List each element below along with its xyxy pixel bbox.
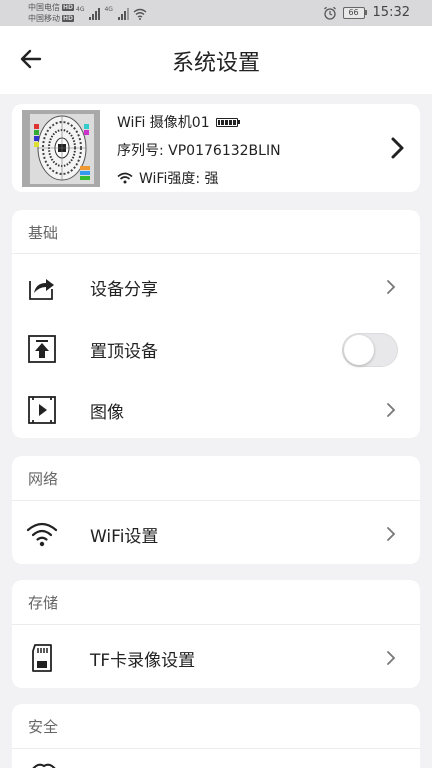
device-card[interactable]: WiFi 摄像机01 序列号: VP0176132BLIN WiFi强度: 强 [12,104,420,192]
app-header: 系统设置 [0,26,432,94]
battery-level: 66 [342,6,365,19]
divider [12,500,420,501]
storage-section: 存储 TF卡录像设置 [12,580,420,688]
row-label: WiFi设置 [90,527,159,547]
sd-card-icon [32,644,52,672]
row-device-share[interactable]: 设备分享 [12,255,420,317]
basic-section: 基础 设备分享 置顶设备 图像 [12,210,420,438]
divider [12,624,420,625]
network-section: 网络 WiFi设置 [12,456,420,564]
network-type: 4G [104,6,113,13]
chevron-right-icon [387,403,396,417]
chevron-right-icon [387,651,396,665]
hd-badge: HD [62,4,75,11]
row-label: 图像 [90,403,124,423]
row-label: 设备分享 [90,280,158,300]
clock: 15:32 [372,5,410,20]
chevron-right-icon [387,527,396,541]
video-play-icon [28,396,56,424]
battery-icon: 66 [342,6,367,19]
row-label: TF卡录像设置 [90,651,196,671]
signal-icon [117,8,129,20]
toggle-knob [344,335,374,365]
carrier-1: 中国电信 [28,3,60,12]
wifi-strength-text: WiFi强度: 强 [139,171,219,187]
share-icon [29,279,54,300]
wifi-icon [26,522,58,547]
hd-badge: HD [62,15,75,22]
wifi-status-icon [133,8,147,20]
device-name-row: WiFi 摄像机01 [117,112,240,132]
alarm-icon [323,6,336,20]
wifi-strength-row: WiFi强度: 强 [117,168,219,188]
camera-preview-thumbnail [22,110,100,187]
row-image[interactable]: 图像 [12,378,420,440]
wifi-signal-icon [117,172,133,184]
pin-device-toggle[interactable] [342,333,398,367]
divider [12,748,420,749]
network-type: 4G [76,6,85,13]
section-label-security: 安全 [28,718,59,736]
status-bar: 中国电信 HD 中国移动 HD 4G 4G 66 15:32 [0,0,432,26]
chevron-right-icon [387,280,396,294]
chevron-right-icon[interactable] [388,136,408,160]
section-label-basic: 基础 [28,224,59,242]
row-pin-device[interactable]: 置顶设备 [12,317,420,379]
signal-icon [89,8,101,20]
page-title: 系统设置 [171,51,260,76]
carrier-2: 中国移动 [28,14,60,23]
row-wifi-settings[interactable]: WiFi设置 [12,502,420,564]
row-label: 置顶设备 [90,342,158,362]
pin-top-icon [28,335,56,363]
security-section: 安全 [12,704,420,768]
section-label-storage: 存储 [28,594,59,612]
device-name: WiFi 摄像机01 [117,115,210,131]
signal-indicators: 4G 4G [76,6,147,20]
battery-full-icon [215,117,240,127]
device-serial: 序列号: VP0176132BLIN [117,143,281,159]
divider [12,253,420,254]
carrier-info: 中国电信 HD 中国移动 HD [28,2,75,24]
security-row-icon [32,763,56,768]
section-label-network: 网络 [28,470,59,488]
row-tf-card-recording[interactable]: TF卡录像设置 [12,626,420,688]
